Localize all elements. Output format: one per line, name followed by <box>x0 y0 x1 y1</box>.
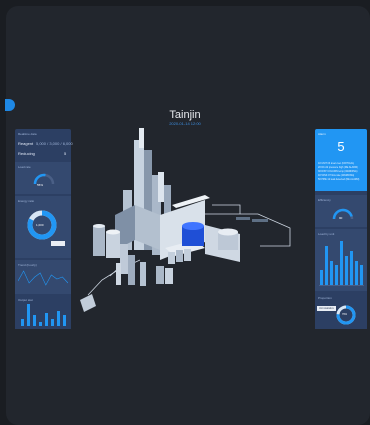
output-label: Output stat <box>18 298 33 302</box>
left-dashboard-panel: Realtime data Reagent 5,000 / 3,000 / 6,… <box>15 129 73 329</box>
gauge-value: 55% <box>37 183 44 187</box>
alert-item[interactable]: 3# DIST COLUMN temp (WARNING) <box>318 170 357 173</box>
bar <box>325 245 328 285</box>
output-section: Output stat <box>15 296 71 329</box>
trend-label: Trend (hourly) <box>18 263 37 267</box>
efficiency-value: 90 <box>339 216 343 220</box>
load-bar-chart <box>319 241 364 286</box>
bar <box>350 250 353 285</box>
proportion-value: 76% <box>342 313 348 316</box>
efficiency-section: Efficiency 90 <box>315 195 367 227</box>
donut-legend-tag <box>51 241 65 246</box>
reducing-value: 5 <box>64 151 67 156</box>
bar <box>62 315 66 326</box>
left-panel-heading: Realtime data <box>18 132 37 136</box>
alert-item[interactable]: 1# UNIT 03 level over (CRITICAL) <box>318 162 354 165</box>
alarm-count: 5 <box>337 139 345 154</box>
bar <box>320 270 323 285</box>
load-section: Load by unit <box>315 229 367 291</box>
proportion-section: Proportion Unit statistics 76% <box>315 293 367 329</box>
trend-line-chart <box>18 270 68 286</box>
load-label: Load by unit <box>318 232 335 236</box>
bar <box>360 265 363 285</box>
efficiency-gauge <box>332 208 354 220</box>
bar <box>44 312 48 326</box>
donut-label: Energy ratio <box>18 199 35 203</box>
bar <box>335 265 338 285</box>
bar <box>330 260 333 285</box>
bar <box>38 321 42 326</box>
reducing-label: Reducing <box>18 151 35 156</box>
right-dashboard-panel: Alarm 5 1# UNIT 03 level over (CRITICAL)… <box>315 129 367 329</box>
alert-item[interactable]: 4# TANK 07 flow rate (WARNING) <box>318 174 354 177</box>
reagent-value: 5,000 / 3,000 / 6,000 <box>36 141 73 146</box>
reagent-label: Reagent <box>18 141 34 146</box>
efficiency-label: Efficiency <box>318 198 331 202</box>
gauge-label: Load rate <box>18 165 31 169</box>
bar <box>20 319 24 326</box>
bar <box>355 260 358 285</box>
donut-value: 1,000 <box>36 223 44 227</box>
output-bar-chart <box>19 304 67 326</box>
bar <box>50 319 54 326</box>
pipe-racks <box>236 217 268 222</box>
selected-tank[interactable] <box>182 222 204 246</box>
gauge-section: Load rate 55% <box>15 162 71 194</box>
alert-item[interactable]: 5# PIPE 12 leak detected (RE ALARM) <box>318 178 359 181</box>
bar <box>56 310 60 326</box>
donut-section: Energy ratio 1,000 <box>15 196 71 258</box>
alarm-heading: Alarm <box>318 132 326 136</box>
alarm-card[interactable]: Alarm 5 1# UNIT 03 level over (CRITICAL)… <box>315 129 367 191</box>
bar <box>345 255 348 285</box>
unit-stats-tag[interactable]: Unit statistics <box>317 306 336 311</box>
trend-line <box>18 270 68 286</box>
loader-unit <box>80 263 121 312</box>
alert-item[interactable]: 2# DC-02 pressure high (RE ALARM) <box>318 166 358 169</box>
proportion-label: Proportion <box>318 296 332 300</box>
gauge-fill <box>332 208 354 220</box>
bar <box>340 241 343 285</box>
trend-section: Trend (hourly) <box>15 260 71 294</box>
bar <box>32 315 36 326</box>
bar <box>26 304 30 326</box>
load-gauge <box>33 173 55 185</box>
